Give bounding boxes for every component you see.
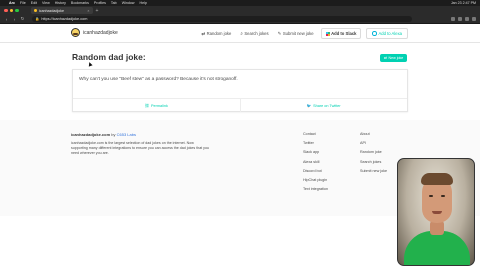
joke-card: Why can't you use "Beef stew" as a passw… bbox=[72, 69, 408, 112]
add-to-slack-button[interactable]: Add to Slack bbox=[320, 28, 362, 39]
menubar-item-file[interactable]: File bbox=[20, 1, 26, 5]
joke-text: Why can't you use "Beef stew" as a passw… bbox=[79, 77, 238, 82]
back-icon[interactable]: ‹ bbox=[4, 17, 9, 22]
share-on-twitter-link[interactable]: 🐦 Share on Twitter bbox=[239, 99, 408, 112]
lock-icon: 🔒 bbox=[35, 17, 40, 21]
footer-link-hipchat-plugin[interactable]: HipChat plugin bbox=[303, 178, 328, 187]
tab-icanhazdadjoke[interactable]: icanhazdadjoke × bbox=[30, 7, 93, 14]
webcam-person-mouth bbox=[432, 211, 442, 214]
minimize-window-button[interactable] bbox=[9, 8, 13, 13]
close-tab-icon[interactable]: × bbox=[87, 9, 89, 13]
footer-link-about[interactable]: About bbox=[360, 132, 387, 141]
nav-submit-joke[interactable]: ✎ Submit new joke bbox=[276, 29, 316, 39]
brand-name: icanhazdadjoke bbox=[83, 29, 118, 36]
footer-brand: icanhazdadjoke.com by C653 Labs bbox=[71, 132, 136, 137]
joke-card-footer: ⛓ Permalink 🐦 Share on Twitter bbox=[73, 98, 407, 112]
extension-icon[interactable] bbox=[472, 17, 476, 21]
webcam-person-eye bbox=[429, 195, 433, 197]
footer-link-random-joke[interactable]: Random joke bbox=[360, 150, 387, 159]
permalink-link[interactable]: ⛓ Permalink bbox=[73, 99, 240, 112]
menubar-item-help[interactable]: Help bbox=[139, 1, 146, 5]
permalink-label: Permalink bbox=[150, 103, 168, 108]
footer-by: by bbox=[111, 132, 116, 137]
mouse-cursor-icon bbox=[87, 61, 93, 67]
footer-link-twitter[interactable]: Twitter bbox=[303, 141, 328, 150]
site-header: icanhazdadjoke ⇄ Random joke ⌕ Search jo… bbox=[0, 24, 480, 43]
menubar-item-view[interactable]: View bbox=[42, 1, 50, 5]
close-window-button[interactable] bbox=[4, 8, 8, 13]
webcam-overlay bbox=[397, 158, 475, 266]
add-to-alexa-label: Add to Alexa bbox=[378, 31, 402, 36]
add-to-slack-label: Add to Slack bbox=[331, 31, 357, 36]
menubar-clock[interactable]: Jan 23 2:47 PM bbox=[451, 1, 476, 5]
shuffle-icon: ⇄ bbox=[201, 30, 206, 36]
new-tab-icon[interactable]: + bbox=[96, 8, 99, 14]
webcam-person-neck bbox=[430, 221, 444, 235]
nav-random-joke[interactable]: ⇄ Random joke bbox=[199, 29, 233, 39]
extension-icon[interactable] bbox=[451, 17, 455, 21]
footer-description: icanhazdadjoke.com is the largest select… bbox=[71, 141, 209, 155]
menubar-item-tab[interactable]: Tab bbox=[111, 1, 117, 5]
site-nav: ⇄ Random joke ⌕ Search jokes ✎ Submit ne… bbox=[199, 28, 408, 39]
menubar-item-history[interactable]: History bbox=[55, 1, 66, 5]
footer-link-alexa-skill[interactable]: Alexa skill bbox=[303, 160, 328, 169]
zoom-window-button[interactable] bbox=[15, 8, 19, 13]
page-title: Random dad joke: bbox=[72, 52, 146, 62]
alexa-icon bbox=[372, 31, 377, 36]
nav-submit-label: Submit new joke bbox=[282, 31, 314, 36]
twitter-icon: 🐦 bbox=[306, 104, 312, 108]
nav-search-jokes[interactable]: ⌕ Search jokes bbox=[238, 29, 270, 38]
new-joke-label: New joke bbox=[388, 56, 404, 60]
browser-toolbar: ‹ › ↻ 🔒 https://icanhazdadjoke.com bbox=[0, 15, 480, 24]
nav-random-label: Random joke bbox=[206, 31, 232, 36]
menubar-item-window[interactable]: Window bbox=[122, 1, 135, 5]
footer-link-search-jokes[interactable]: Search jokes bbox=[360, 160, 387, 169]
window-controls bbox=[4, 8, 19, 13]
footer-link-contact[interactable]: Contact bbox=[303, 132, 328, 141]
footer-link-api[interactable]: API bbox=[360, 141, 387, 150]
slack-icon bbox=[325, 31, 330, 36]
webcam-person-hair bbox=[421, 173, 453, 185]
menubar-item-bookmarks[interactable]: Bookmarks bbox=[71, 1, 89, 5]
footer-links-col-2: About API Random joke Search jokes Submi… bbox=[360, 132, 387, 178]
webcam-person-shirt bbox=[404, 231, 470, 265]
add-to-alexa-button[interactable]: Add to Alexa bbox=[366, 28, 408, 39]
url-text[interactable]: https://icanhazdadjoke.com bbox=[41, 17, 87, 21]
webcam-person-eye bbox=[441, 195, 445, 197]
c653-labs-link[interactable]: C653 Labs bbox=[117, 132, 136, 137]
forward-icon[interactable]: › bbox=[12, 17, 17, 22]
dad-face-logo-icon bbox=[71, 28, 80, 37]
address-bar[interactable]: 🔒 https://icanhazdadjoke.com bbox=[32, 15, 412, 23]
menubar-app-name[interactable]: Arc bbox=[9, 1, 15, 5]
nav-search-label: Search jokes bbox=[244, 31, 269, 36]
footer-link-text-integration[interactable]: Text integration bbox=[303, 187, 328, 196]
tab-title: icanhazdadjoke bbox=[39, 8, 64, 13]
share-label: Share on Twitter bbox=[313, 103, 341, 108]
footer-link-submit-joke[interactable]: Submit new joke bbox=[360, 169, 387, 178]
shuffle-icon: ⇄ bbox=[384, 56, 388, 60]
extension-icon[interactable] bbox=[465, 17, 469, 21]
footer-link-discord-bot[interactable]: Discord bot bbox=[303, 169, 328, 178]
pencil-icon: ✎ bbox=[277, 30, 282, 36]
footer-link-slack-app[interactable]: Slack app bbox=[303, 150, 328, 159]
new-joke-button[interactable]: ⇄ New joke bbox=[380, 54, 408, 62]
reload-icon[interactable]: ↻ bbox=[20, 16, 25, 22]
search-icon: ⌕ bbox=[240, 31, 243, 36]
footer-links-col-1: Contact Twitter Slack app Alexa skill Di… bbox=[303, 132, 328, 196]
extensions bbox=[451, 17, 476, 21]
menubar-item-edit[interactable]: Edit bbox=[31, 1, 37, 5]
footer-site-name: icanhazdadjoke.com bbox=[71, 132, 111, 137]
site-brand[interactable]: icanhazdadjoke bbox=[71, 28, 118, 37]
site-favicon-icon bbox=[33, 8, 37, 13]
menubar-item-profiles[interactable]: Profiles bbox=[94, 1, 106, 5]
extension-icon[interactable] bbox=[458, 17, 462, 21]
tab-bar: icanhazdadjoke × + bbox=[0, 6, 480, 15]
link-icon: ⛓ bbox=[144, 104, 150, 108]
